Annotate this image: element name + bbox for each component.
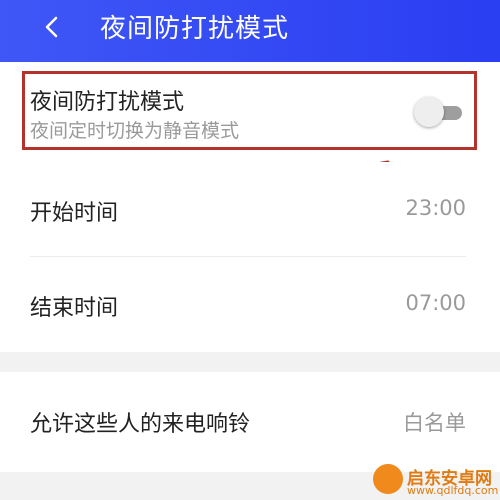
allow-calls-row[interactable]: 允许这些人的来电响铃 白名单: [0, 372, 500, 472]
watermark-logo-icon: [373, 464, 403, 494]
back-arrow-icon[interactable]: [36, 10, 70, 44]
allow-calls-label: 允许这些人的来电响铃: [30, 412, 251, 437]
page-title: 夜间防打扰模式: [100, 14, 290, 44]
start-time-row[interactable]: 开始时间 23:00: [0, 162, 500, 257]
end-time-row[interactable]: 结束时间 07:00: [0, 257, 500, 352]
end-time-label: 结束时间: [30, 296, 119, 321]
watermark: 启东安卓网 www.qdlfdq.com: [373, 462, 500, 500]
start-time-value: 23:00: [405, 196, 466, 220]
watermark-url: www.qdlfdq.com: [407, 484, 499, 497]
ringing-whitelist-section: 允许这些人的来电响铃 白名单: [0, 372, 500, 472]
end-time-value: 07:00: [405, 291, 466, 315]
start-time-label: 开始时间: [30, 201, 119, 226]
allow-calls-value: 白名单: [403, 411, 466, 435]
highlight-box: [22, 71, 477, 150]
app-header: 夜间防打扰模式: [0, 0, 500, 62]
schedule-section: 开始时间 23:00 结束时间 07:00: [0, 162, 500, 352]
